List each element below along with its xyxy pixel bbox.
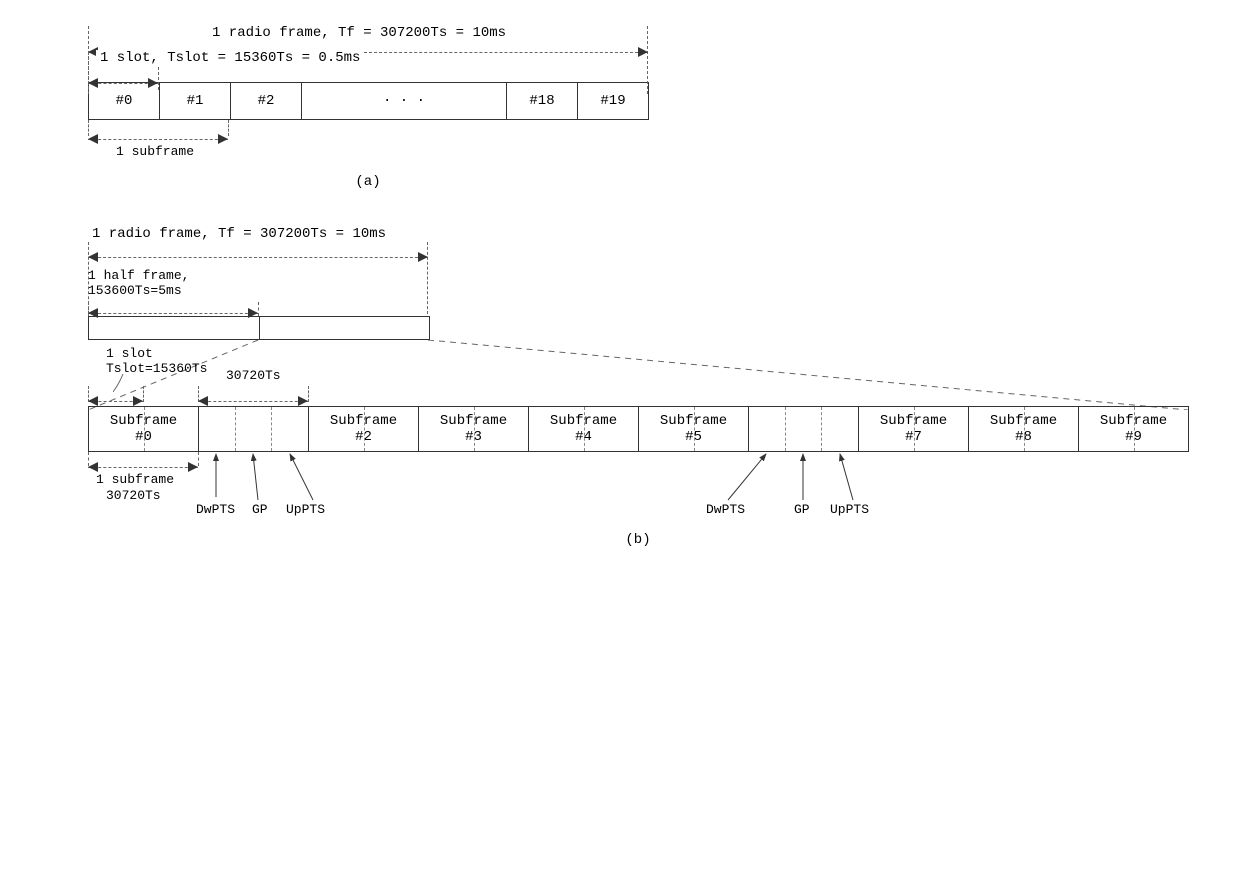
slot-cell-2: #2	[231, 83, 302, 119]
uppts-2: UpPTS	[830, 502, 869, 517]
subframe-7: Subframe #7	[859, 407, 969, 451]
gp-2: GP	[794, 502, 810, 517]
panel-b: 1 radio frame, Tf = 307200Ts = 10ms 1 ha…	[58, 230, 1228, 548]
radio-frame-dim-b: 1 radio frame, Tf = 307200Ts = 10ms	[88, 230, 428, 248]
subframe-below-2: 30720Ts	[106, 488, 161, 503]
subframe-below-1: 1 subframe	[96, 472, 174, 487]
subframe-duration: 30720Ts	[226, 368, 281, 383]
half-frame-1	[89, 317, 260, 339]
slot-cell-18: #18	[507, 83, 578, 119]
panel-a: 1 radio frame, Tf = 307200Ts = 10ms 1 sl…	[88, 28, 1228, 190]
radio-frame-label-b: 1 radio frame, Tf = 307200Ts = 10ms	[88, 226, 390, 242]
subframe-4: Subframe #4	[529, 407, 639, 451]
half-frame-2	[260, 317, 430, 339]
slot-cell-ellipsis: · · ·	[302, 83, 507, 119]
slot-cell-19: #19	[578, 83, 649, 119]
slot-label: 1 slot, Tslot = 15360Ts = 0.5ms	[96, 50, 364, 66]
half-frame-row	[88, 316, 430, 340]
subframe-8: Subframe #8	[969, 407, 1079, 451]
half-frame-dim: 1 half frame, 153600Ts=5ms	[88, 268, 428, 298]
subframe-9: Subframe #9	[1079, 407, 1189, 451]
subframe-1-special	[199, 407, 309, 451]
uppts-1: UpPTS	[286, 502, 325, 517]
subframe-3: Subframe #3	[419, 407, 529, 451]
subframe-0: Subframe #0	[89, 407, 199, 451]
panel-a-tag: (a)	[88, 174, 648, 190]
slot-dim: 1 slot, Tslot = 15360Ts = 0.5ms	[88, 54, 648, 78]
slot-row: #0 #1 #2 · · · #18 #19	[88, 82, 649, 120]
radio-frame-dim: 1 radio frame, Tf = 307200Ts = 10ms	[88, 28, 648, 46]
half-frame-label-2: 153600Ts=5ms	[88, 283, 428, 298]
slot-label-b-1: 1 slot	[106, 346, 207, 361]
subframe-dim: 1 subframe	[88, 124, 648, 164]
dwpts-2: DwPTS	[706, 502, 745, 517]
half-frame-label-1: 1 half frame,	[88, 268, 428, 283]
panel-b-tag: (b)	[88, 532, 1188, 548]
pointer-zone: 1 subframe 30720Ts DwPTS GP UpPTS DwPTS …	[88, 452, 1188, 532]
slot-label-group: 1 slot Tslot=15360Ts	[106, 346, 207, 376]
slot-cell-1: #1	[160, 83, 231, 119]
gp-1: GP	[252, 502, 268, 517]
slot-cell-0: #0	[89, 83, 160, 119]
subframe-6-special	[749, 407, 859, 451]
subframe-2: Subframe #2	[309, 407, 419, 451]
dwpts-1: DwPTS	[196, 502, 235, 517]
subframe-label: 1 subframe	[116, 144, 194, 159]
radio-frame-label: 1 radio frame, Tf = 307200Ts = 10ms	[208, 25, 510, 41]
subframe-5: Subframe #5	[639, 407, 749, 451]
subframe-row: Subframe #0 Subframe #2 Subframe #3 Subf…	[88, 406, 1189, 452]
